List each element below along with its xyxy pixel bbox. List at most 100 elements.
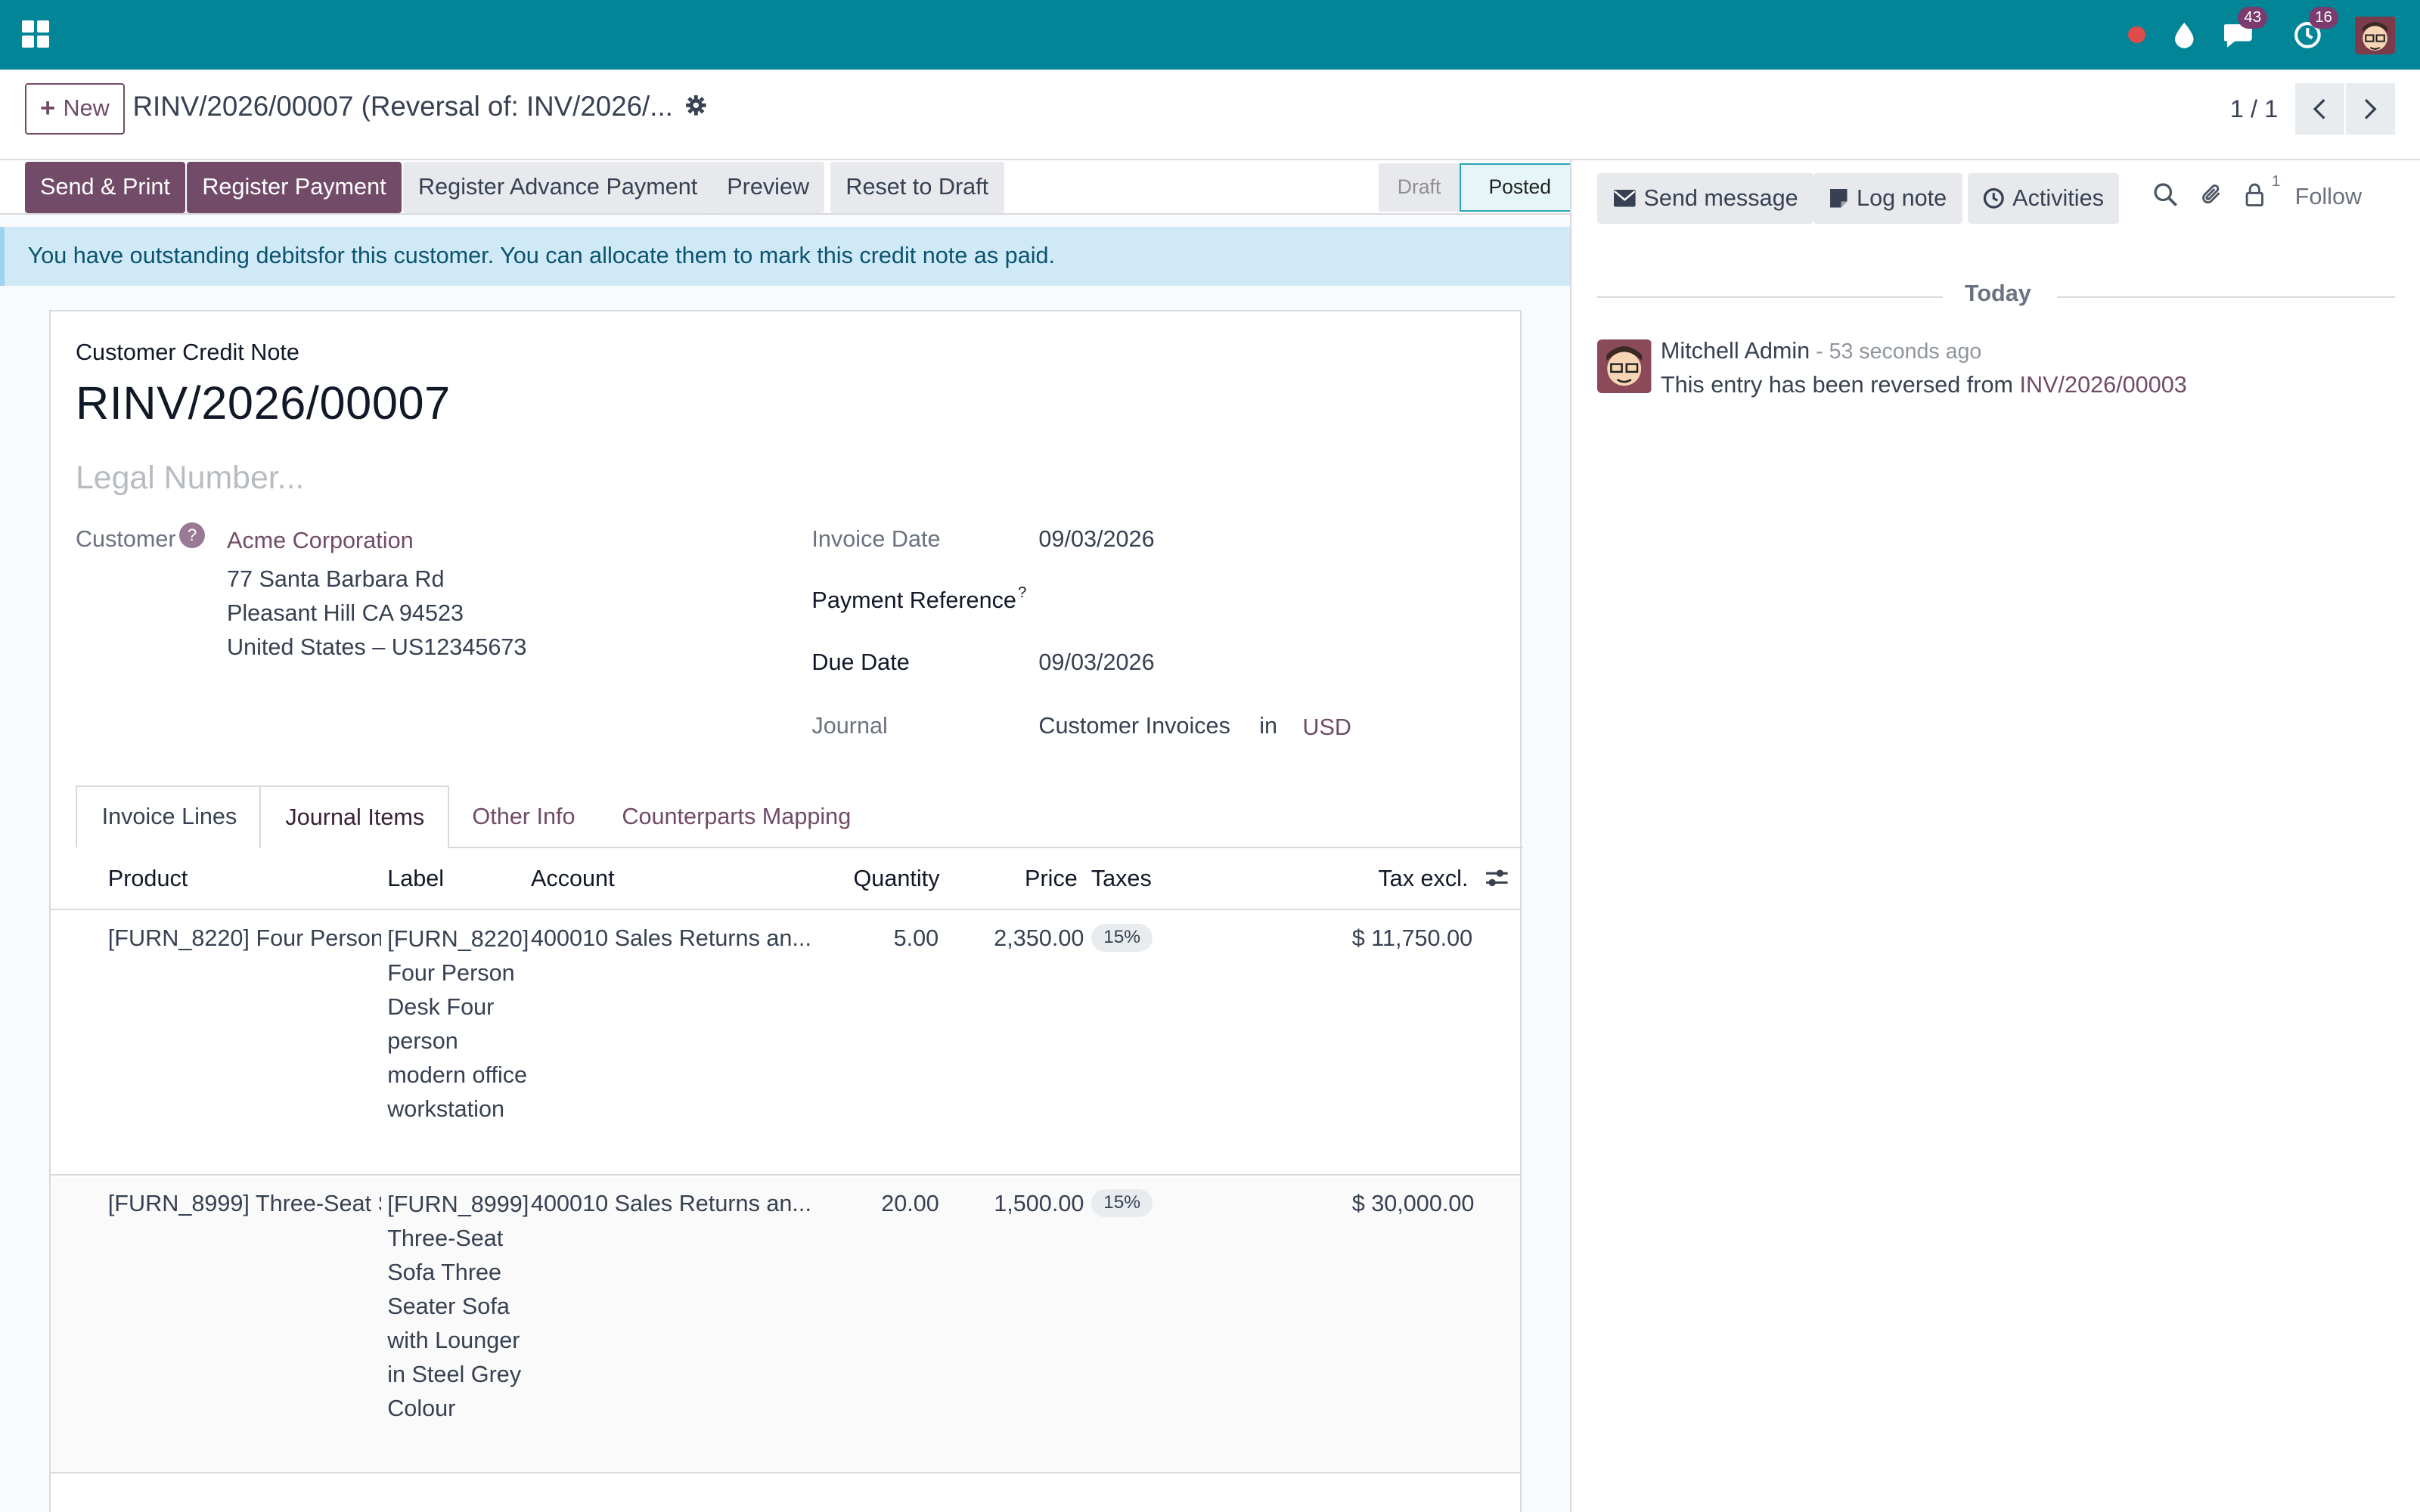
payment-reference-label-text: Payment Reference — [811, 587, 1016, 614]
payment-reference-help-icon[interactable]: ? — [1018, 584, 1026, 601]
separator-line-left — [1597, 296, 1944, 298]
message-author[interactable]: Mitchell Admin — [1661, 338, 1810, 364]
apps-menu-icon[interactable] — [21, 20, 50, 48]
table-row[interactable]: [FURN_8220] Four Person Desk [FURN_8220]… — [51, 912, 1521, 1176]
state-posted[interactable]: Posted — [1459, 163, 1570, 212]
chatter-panel: Send message Log note Activities 1 Follo… — [1572, 160, 2420, 1512]
customer-name-link[interactable]: Acme Corporation — [227, 528, 414, 554]
pager-next-button[interactable] — [2346, 83, 2396, 135]
due-date-label: Due Date — [811, 649, 910, 676]
row-price[interactable]: 1,500.00 — [994, 1191, 1084, 1217]
plus-icon: + — [40, 94, 56, 123]
notebook-tabs: Invoice Lines Journal Items Other Info C… — [75, 785, 1524, 849]
top-navbar: 43 16 — [0, 0, 2420, 70]
address-line-1: 77 Santa Barbara Rd — [226, 565, 445, 592]
pager-value[interactable]: 1 / 1 — [2230, 94, 2279, 123]
row-tax-badge[interactable]: 15% — [1091, 924, 1153, 952]
table-row[interactable]: [FURN_8999] Three-Seat Sofa [FURN_8999] … — [51, 1177, 1521, 1473]
app-root: 43 16 + New RINV/2026/00007 (Reversal of… — [0, 0, 2420, 1512]
customer-label-text: Customer — [75, 525, 176, 552]
preview-button[interactable]: Preview — [711, 162, 825, 213]
row-account[interactable]: 400010 Sales Returns an... — [531, 925, 811, 952]
row-subtotal: $ 30,000.00 — [1351, 1191, 1475, 1217]
navbar-systray: 43 16 — [2107, 0, 2420, 70]
messages-icon[interactable]: 43 — [2223, 7, 2268, 49]
follow-button[interactable]: Follow — [2295, 184, 2362, 210]
document-type: Customer Credit Note — [75, 339, 299, 365]
activities-button[interactable]: Activities — [1968, 172, 2120, 224]
column-account[interactable]: Account — [531, 866, 615, 892]
row-product-link[interactable]: [FURN_8220] Four Person Desk — [108, 925, 381, 952]
journal-label: Journal — [811, 712, 888, 739]
row-product-link[interactable]: [FURN_8999] Three-Seat Sofa — [108, 1191, 381, 1217]
recording-indicator-icon[interactable] — [2128, 26, 2145, 44]
date-separator: Today — [1597, 280, 2396, 311]
payment-reference-label: Payment Reference? — [811, 584, 1026, 614]
optional-columns-toggle-icon[interactable] — [1485, 867, 1509, 895]
row-price[interactable]: 2,350.00 — [994, 925, 1084, 952]
column-tax-excl[interactable]: Tax excl. — [1378, 866, 1468, 892]
gear-icon[interactable] — [685, 91, 707, 122]
message-body-text: This entry has been reversed from — [1660, 371, 2020, 398]
outstanding-debits-link[interactable]: outstanding debits — [130, 243, 318, 269]
column-product[interactable]: Product — [108, 866, 188, 892]
chevron-left-icon — [2313, 98, 2325, 119]
row-label: [FURN_8999] Three-Seat Sofa Three Seater… — [387, 1191, 529, 1421]
tab-other-info[interactable]: Other Info — [448, 785, 600, 849]
column-taxes[interactable]: Taxes — [1091, 866, 1152, 892]
journal-field[interactable]: Customer Invoices — [1038, 713, 1230, 739]
register-payment-button[interactable]: Register Payment — [186, 162, 402, 213]
record-title: RINV/2026/00007 (Reversal of: INV/2026/.… — [132, 91, 673, 122]
new-record-button[interactable]: + New — [24, 83, 126, 135]
tab-invoice-lines[interactable]: Invoice Lines — [75, 785, 263, 849]
reset-to-draft-button[interactable]: Reset to Draft — [830, 162, 1004, 213]
followers-lock-icon[interactable]: 1 — [2244, 173, 2280, 207]
log-note-button[interactable]: Log note — [1813, 172, 1962, 224]
currency-link[interactable]: USD — [1302, 714, 1351, 741]
paperclip-icon[interactable] — [2199, 182, 2224, 207]
alert-text-prefix: You have — [27, 243, 124, 269]
pager-previous-button[interactable] — [2294, 83, 2344, 135]
alert-text-middle: for this customer. You can allocate them… — [318, 243, 1056, 269]
customer-help-icon[interactable]: ? — [178, 522, 206, 549]
user-avatar[interactable] — [2355, 14, 2396, 55]
tab-counterparts-mapping[interactable]: Counterparts Mapping — [597, 785, 876, 849]
log-note-label: Log note — [1857, 184, 1947, 211]
tab-journal-items[interactable]: Journal Items — [259, 785, 449, 849]
row-quantity[interactable]: 5.00 — [894, 925, 939, 952]
address-line-3: United States – US12345673 — [226, 634, 527, 660]
search-icon[interactable] — [2153, 182, 2178, 207]
invoice-date-field[interactable]: 09/03/2026 — [1038, 526, 1154, 553]
outstanding-debits-alert: You have outstanding debits for this cus… — [0, 226, 1570, 286]
reversed-from-link[interactable]: INV/2026/00003 — [2020, 372, 2187, 398]
due-date-field[interactable]: 09/03/2026 — [1038, 649, 1154, 676]
row-subtotal: $ 11,750.00 — [1351, 925, 1473, 952]
column-label[interactable]: Label — [387, 866, 444, 892]
separator-line-right — [2057, 296, 2396, 298]
droplet-icon[interactable] — [2173, 21, 2195, 49]
note-icon — [1830, 188, 1848, 208]
breadcrumb: RINV/2026/00007 (Reversal of: INV/2026/.… — [133, 91, 707, 122]
state-selector: Draft Posted — [1379, 163, 1570, 212]
pager: 1 / 1 — [2230, 83, 2396, 135]
activities-label: Activities — [2012, 184, 2104, 211]
envelope-icon — [1613, 189, 1636, 207]
send-message-button[interactable]: Send message — [1597, 172, 1814, 224]
chevron-right-icon — [2365, 98, 2378, 119]
invoice-date-label: Invoice Date — [811, 525, 941, 552]
legal-number-input[interactable]: Legal Number... — [76, 460, 304, 497]
register-advance-payment-button[interactable]: Register Advance Payment — [402, 162, 713, 213]
activities-clock-icon[interactable]: 16 — [2294, 7, 2339, 49]
row-quantity[interactable]: 20.00 — [881, 1191, 939, 1217]
row-account[interactable]: 400010 Sales Returns an... — [531, 1191, 811, 1217]
activities-count-badge: 16 — [2309, 7, 2339, 29]
message-author-avatar[interactable] — [1597, 339, 1652, 394]
column-quantity[interactable]: Quantity — [854, 866, 940, 892]
state-draft[interactable]: Draft — [1379, 163, 1463, 212]
clock-icon — [1984, 187, 2005, 209]
form-statusbar: Send & Print Register Payment Register A… — [0, 160, 1570, 215]
column-price[interactable]: Price — [1025, 866, 1078, 892]
send-print-button[interactable]: Send & Print — [24, 162, 186, 213]
payment-reference-field[interactable] — [1038, 587, 1486, 618]
row-tax-badge[interactable]: 15% — [1091, 1189, 1153, 1217]
